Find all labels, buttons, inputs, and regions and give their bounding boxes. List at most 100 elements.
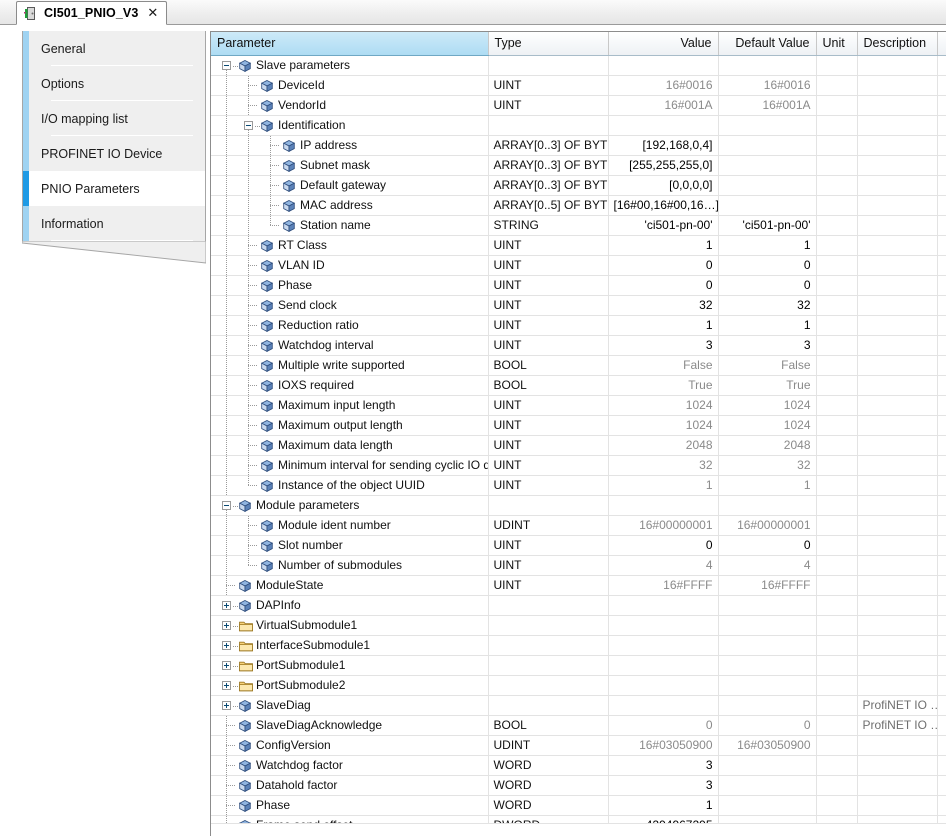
table-row[interactable]: InterfaceSubmodule1 — [211, 635, 946, 656]
sidebar-item-pnio-parameters[interactable]: PNIO Parameters — [23, 171, 205, 206]
cell-parameter[interactable]: Reduction ratio — [211, 315, 489, 336]
table-row[interactable]: Default gateway ARRAY[0..3] OF BYTE [0,0,0… — [211, 175, 946, 196]
table-row[interactable]: MAC address ARRAY[0..5] OF BYTE [16#00,16#… — [211, 195, 946, 216]
collapse-icon[interactable] — [222, 500, 239, 510]
cell-value[interactable]: 1 — [608, 475, 719, 496]
cell-parameter[interactable]: Multiple write supported — [211, 355, 489, 376]
cell-parameter[interactable]: Maximum output length — [211, 415, 489, 436]
cell-parameter[interactable]: Number of submodules — [211, 555, 489, 576]
cell-parameter[interactable]: Minimum interval for sending cyclic IO d… — [211, 455, 489, 476]
cell-value[interactable]: 32 — [608, 295, 719, 316]
cell-parameter[interactable]: SlaveDiagAcknowledge — [211, 715, 489, 736]
table-row[interactable]: Instance of the object UUID UINT 1 1 — [211, 475, 946, 496]
sidebar-item-options[interactable]: Options — [23, 66, 205, 101]
cell-value[interactable] — [608, 615, 719, 636]
cell-parameter[interactable]: VLAN ID — [211, 255, 489, 276]
table-row[interactable]: VendorId UINT 16#001A 16#001A — [211, 95, 946, 116]
table-row[interactable]: PortSubmodule2 — [211, 675, 946, 696]
table-row[interactable]: Subnet mask ARRAY[0..3] OF BYTE [255,255,2… — [211, 155, 946, 176]
table-row[interactable]: VLAN ID UINT 0 0 — [211, 255, 946, 276]
cell-parameter[interactable]: Station name — [211, 215, 489, 236]
expand-icon[interactable] — [222, 600, 239, 610]
cell-parameter[interactable]: MAC address — [211, 195, 489, 216]
table-row[interactable]: ModuleState UINT 16#FFFF 16#FFFF — [211, 575, 946, 596]
cell-value[interactable]: 1024 — [608, 415, 719, 436]
table-row[interactable]: Multiple write supported BOOL False False — [211, 355, 946, 376]
table-row[interactable]: Module parameters — [211, 495, 946, 516]
cell-value[interactable] — [608, 595, 719, 616]
table-row[interactable]: ConfigVersion UDINT 16#03050900 16#03050900 — [211, 735, 946, 756]
sidebar-item-i-o-mapping-list[interactable]: I/O mapping list — [23, 101, 205, 136]
table-row[interactable]: IP address ARRAY[0..3] OF BYTE [192,168,0,… — [211, 135, 946, 156]
table-row[interactable]: VirtualSubmodule1 — [211, 615, 946, 636]
cell-value[interactable] — [608, 675, 719, 696]
column-header-description[interactable]: Description — [857, 32, 938, 56]
table-row[interactable]: Minimum interval for sending cyclic IO d… — [211, 455, 946, 476]
cell-parameter[interactable]: ConfigVersion — [211, 735, 489, 756]
cell-parameter[interactable]: Phase — [211, 275, 489, 296]
table-row[interactable]: Station name STRING'ci501-pn-00''ci501-pn… — [211, 215, 946, 236]
cell-value[interactable]: 1 — [608, 795, 719, 816]
table-row[interactable]: SlaveDiag ProfiNET IO … — [211, 695, 946, 716]
cell-value[interactable]: 16#001A — [608, 95, 719, 116]
table-row[interactable]: Watchdog interval UINT 3 3 — [211, 335, 946, 356]
table-row[interactable]: Maximum data length UINT 2048 2048 — [211, 435, 946, 456]
cell-parameter[interactable]: Phase — [211, 795, 489, 816]
cell-parameter[interactable]: Identification — [211, 115, 489, 136]
cell-value[interactable]: 1024 — [608, 395, 719, 416]
cell-parameter[interactable]: DeviceId — [211, 75, 489, 96]
table-row[interactable]: DAPInfo — [211, 595, 946, 616]
cell-value[interactable] — [608, 695, 719, 716]
cell-value[interactable]: 2048 — [608, 435, 719, 456]
cell-parameter[interactable]: Send clock — [211, 295, 489, 316]
cell-value[interactable]: 16#FFFF — [608, 575, 719, 596]
expand-icon[interactable] — [222, 660, 239, 670]
cell-parameter[interactable]: Slot number — [211, 535, 489, 556]
cell-parameter[interactable]: Module ident number — [211, 515, 489, 536]
cell-parameter[interactable]: Module parameters — [211, 495, 489, 516]
cell-parameter[interactable]: VendorId — [211, 95, 489, 116]
cell-parameter[interactable]: PortSubmodule1 — [211, 655, 489, 676]
table-row[interactable]: Slot number UINT 0 0 — [211, 535, 946, 556]
cell-value[interactable]: 3 — [608, 755, 719, 776]
expand-icon[interactable] — [222, 680, 239, 690]
table-row[interactable]: Number of submodules UINT 4 4 — [211, 555, 946, 576]
cell-value[interactable]: 0 — [608, 255, 719, 276]
column-header-unit[interactable]: Unit — [816, 32, 858, 56]
cell-value[interactable]: 1 — [608, 235, 719, 256]
cell-parameter[interactable]: Datahold factor — [211, 775, 489, 796]
cell-parameter[interactable]: SlaveDiag — [211, 695, 489, 716]
cell-parameter[interactable]: Slave parameters — [211, 55, 489, 76]
cell-parameter[interactable]: ModuleState — [211, 575, 489, 596]
table-row[interactable]: Datahold factor WORD 3 — [211, 775, 946, 796]
cell-value[interactable]: [255,255,255,0] — [608, 155, 719, 176]
column-header-parameter[interactable]: Parameter — [211, 32, 489, 56]
cell-value[interactable]: 16#00000001 — [608, 515, 719, 536]
table-row[interactable]: Watchdog factor WORD 3 — [211, 755, 946, 776]
cell-value[interactable]: 16#03050900 — [608, 735, 719, 756]
expand-icon[interactable] — [222, 640, 239, 650]
table-row[interactable]: DeviceId UINT 16#0016 16#0016 — [211, 75, 946, 96]
cell-parameter[interactable]: Maximum data length — [211, 435, 489, 456]
tab-ci501-pnio-v3[interactable]: CI501_PNIO_V3 ✕ — [16, 1, 168, 25]
sidebar-item-profinet-io-device[interactable]: PROFINET IO Device — [23, 136, 205, 171]
cell-parameter[interactable]: Maximum input length — [211, 395, 489, 416]
cell-parameter[interactable]: Watchdog interval — [211, 335, 489, 356]
column-header-default-value[interactable]: Default Value — [718, 32, 817, 56]
column-header-value[interactable]: Value — [608, 32, 719, 56]
cell-value[interactable] — [608, 655, 719, 676]
cell-value[interactable]: [192,168,0,4] — [608, 135, 719, 156]
expand-icon[interactable] — [222, 700, 239, 710]
cell-value[interactable] — [608, 495, 719, 516]
collapse-icon[interactable] — [222, 60, 239, 70]
cell-parameter[interactable]: RT Class — [211, 235, 489, 256]
table-row[interactable]: Maximum input length UINT 1024 1024 — [211, 395, 946, 416]
cell-parameter[interactable]: PortSubmodule2 — [211, 675, 489, 696]
cell-parameter[interactable]: InterfaceSubmodule1 — [211, 635, 489, 656]
sidebar-item-general[interactable]: General — [23, 31, 205, 66]
cell-value[interactable]: 0 — [608, 275, 719, 296]
cell-value[interactable]: 0 — [608, 535, 719, 556]
cell-value[interactable] — [608, 115, 719, 136]
table-row[interactable]: SlaveDiagAcknowledge BOOL 0 0 ProfiNET IO … — [211, 715, 946, 736]
table-row[interactable]: Phase WORD 1 — [211, 795, 946, 816]
